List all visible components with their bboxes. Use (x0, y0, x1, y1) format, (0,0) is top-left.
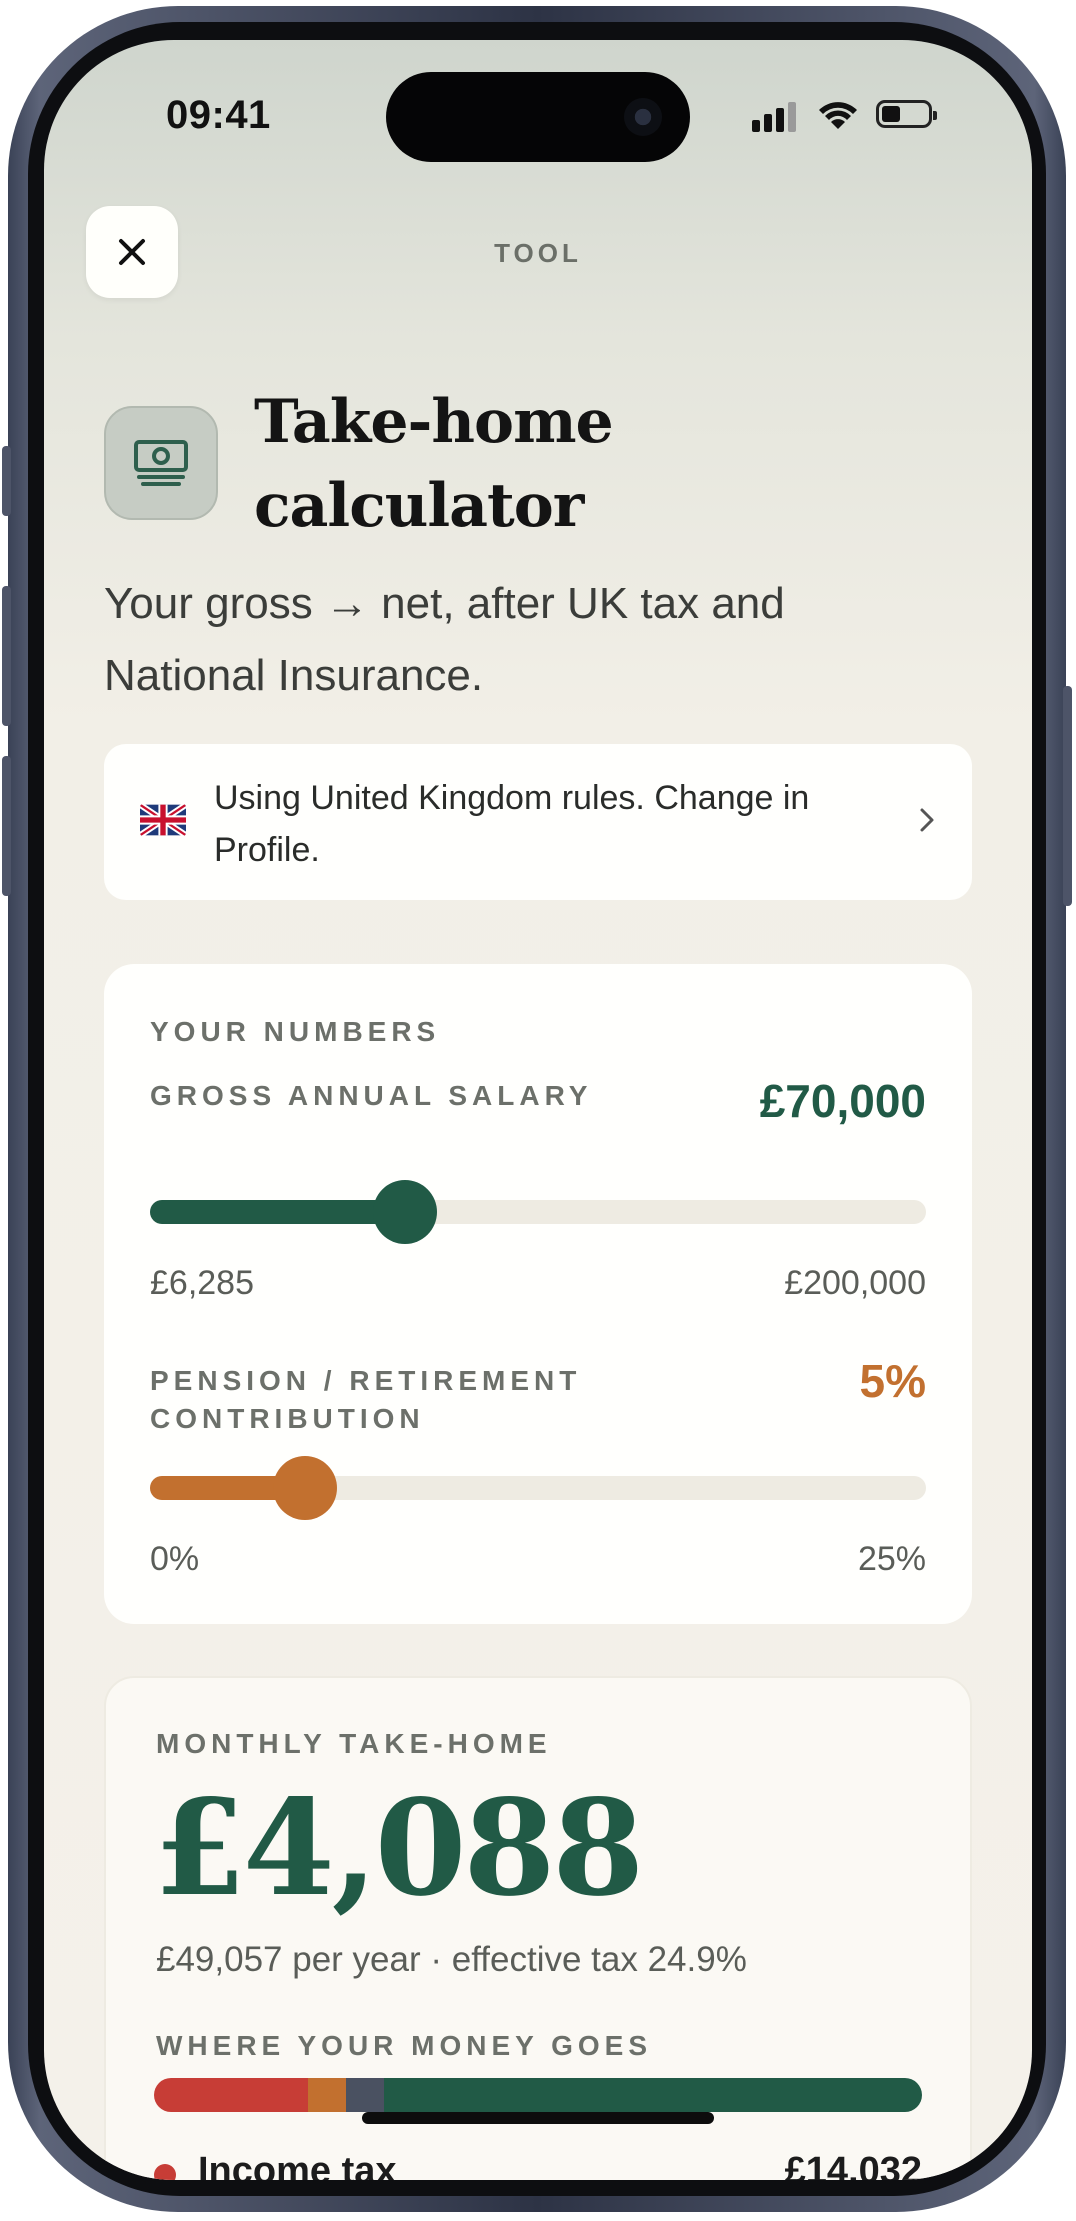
breakdown-label: WHERE YOUR MONEY GOES (156, 2030, 653, 2061)
annual-summary: £49,057 per year · effective tax 24.9% (156, 1940, 747, 1979)
pension-min-label: 0% (150, 1540, 200, 1578)
region-line-2: Profile. (214, 831, 320, 869)
salary-slider-fill (150, 1200, 406, 1224)
your-numbers-card: YOUR NUMBERS GROSS ANNUAL SALARY £70,000… (104, 964, 972, 1624)
salary-value: £70,000 (759, 1075, 926, 1127)
dynamic-island (386, 72, 690, 162)
region-line-1: Using United Kingdom rules. Change in (214, 779, 810, 817)
pension-label: PENSION / RETIREMENT CONTRIBUTION (150, 1362, 581, 1438)
legend-dot (154, 2164, 176, 2180)
segment-take-home (384, 2078, 922, 2112)
topbar-label: TOOL (494, 238, 582, 268)
salary-label: GROSS ANNUAL SALARY (150, 1080, 593, 1111)
segment-income-tax (154, 2078, 308, 2112)
battery-level (882, 106, 900, 122)
segment-national-insurance (307, 2078, 346, 2112)
pension-max-label: 25% (857, 1540, 926, 1578)
title-line-2: calculator (254, 471, 584, 541)
action-button (2, 446, 11, 516)
pension-slider-thumb[interactable] (273, 1456, 338, 1520)
region-rules-card[interactable]: Using United Kingdom rules. Change in Pr… (104, 744, 972, 900)
volume-up-button (2, 586, 11, 726)
subtitle-line-2: National Insurance. (104, 651, 484, 700)
status-time: 09:41 (166, 93, 271, 137)
salary-slider-thumb[interactable] (373, 1180, 438, 1244)
subtitle-line-1: Your gross → net, after UK tax and (104, 579, 785, 628)
page-subtitle: Your gross → net, after UK tax and Natio… (104, 568, 964, 712)
region-rules-text: Using United Kingdom rules. Change in Pr… (214, 772, 894, 876)
money-breakdown-bar (154, 2078, 922, 2112)
monthly-take-home-label: MONTHLY TAKE-HOME (156, 1728, 552, 1759)
pension-label-line-1: PENSION / RETIREMENT (150, 1365, 582, 1396)
camera-icon (624, 98, 662, 136)
legend-value: £14,032 (784, 2150, 922, 2180)
side-button (1063, 686, 1072, 906)
salary-slider[interactable] (150, 1180, 926, 1244)
pension-value: 5% (859, 1355, 926, 1407)
salary-max-label: £200,000 (784, 1264, 926, 1302)
title-line-1: Take-home (254, 387, 614, 457)
pension-slider[interactable] (150, 1456, 926, 1520)
legend-name: Income tax (198, 2150, 397, 2180)
wifi-icon (819, 102, 857, 129)
salary-min-label: £6,285 (150, 1264, 254, 1302)
monthly-take-home-amount: £4,088 (154, 1771, 644, 1926)
segment-pension (345, 2078, 385, 2112)
home-indicator (362, 2112, 714, 2124)
screen: 09:41 TOOL Take-home calculator Your gro… (44, 40, 1032, 2180)
uk-flag-icon (140, 804, 186, 836)
volume-down-button (2, 756, 11, 896)
battery-icon (876, 100, 937, 128)
tool-badge (104, 406, 218, 520)
chevron-right-icon (920, 808, 934, 832)
banknote-icon (134, 440, 188, 486)
pension-label-line-2: CONTRIBUTION (150, 1403, 425, 1434)
legend-row-income-tax: Income tax £14,032 (154, 2146, 922, 2180)
monthly-take-home-card: MONTHLY TAKE-HOME £4,088 £49,057 per yea… (104, 1676, 972, 2180)
page-title: Take-home calculator (254, 380, 974, 548)
your-numbers-label: YOUR NUMBERS (150, 1016, 441, 1047)
